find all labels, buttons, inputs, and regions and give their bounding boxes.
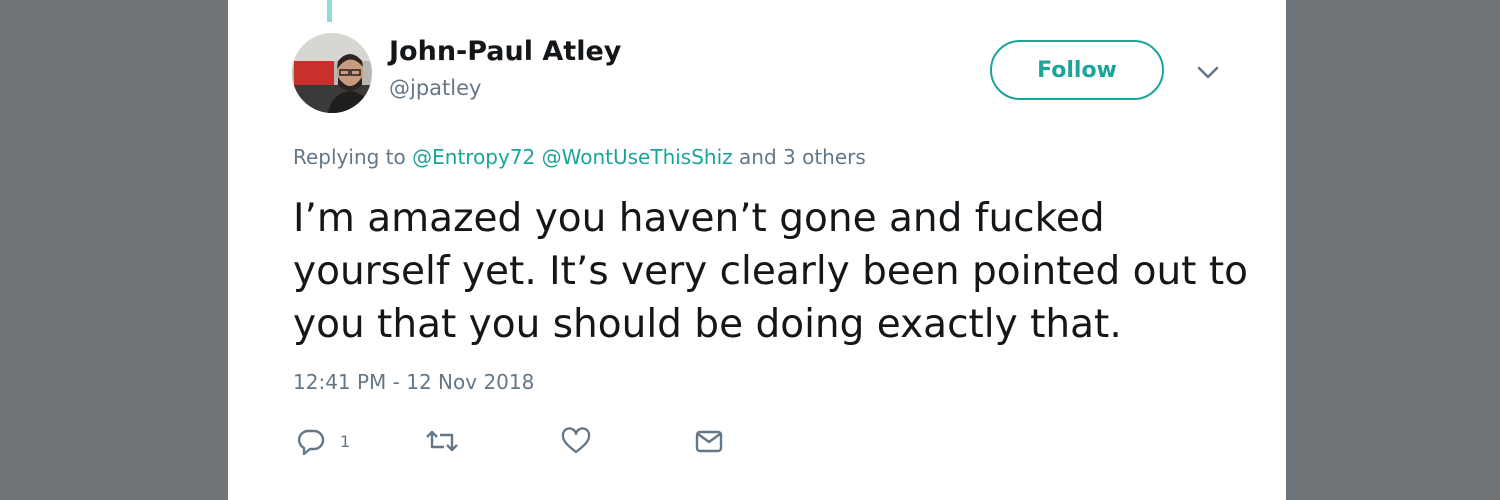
replying-to-others[interactable]: and 3 others <box>739 145 866 169</box>
replying-to-label: Replying to <box>293 145 406 169</box>
follow-button[interactable]: Follow <box>990 40 1164 100</box>
heart-icon <box>561 427 591 455</box>
tweet-text: I’m amazed you haven’t gone and fucked y… <box>293 196 1249 347</box>
retweet-icon <box>424 427 460 455</box>
envelope-icon <box>694 427 724 455</box>
mention-link-entropy72[interactable]: @Entropy72 <box>412 145 535 169</box>
display-name[interactable]: John-Paul Atley <box>389 36 621 67</box>
avatar[interactable] <box>292 33 372 113</box>
thread-connector-line <box>327 0 332 22</box>
mention-link-wontusethisshiz[interactable]: @WontUseThisShiz <box>542 145 733 169</box>
retweet-action[interactable] <box>424 425 460 457</box>
reply-action[interactable]: 1 <box>296 425 350 457</box>
like-action[interactable] <box>561 425 591 457</box>
username-handle[interactable]: @jpatley <box>389 76 481 100</box>
tweet-timestamp[interactable]: 12:41 PM - 12 Nov 2018 <box>293 370 534 394</box>
replying-to-context: Replying to @Entropy72 @WontUseThisShiz … <box>293 145 866 169</box>
reply-icon <box>296 427 326 455</box>
direct-message-action[interactable] <box>694 425 724 457</box>
reply-count: 1 <box>340 431 351 451</box>
chevron-down-icon[interactable] <box>1196 62 1220 84</box>
